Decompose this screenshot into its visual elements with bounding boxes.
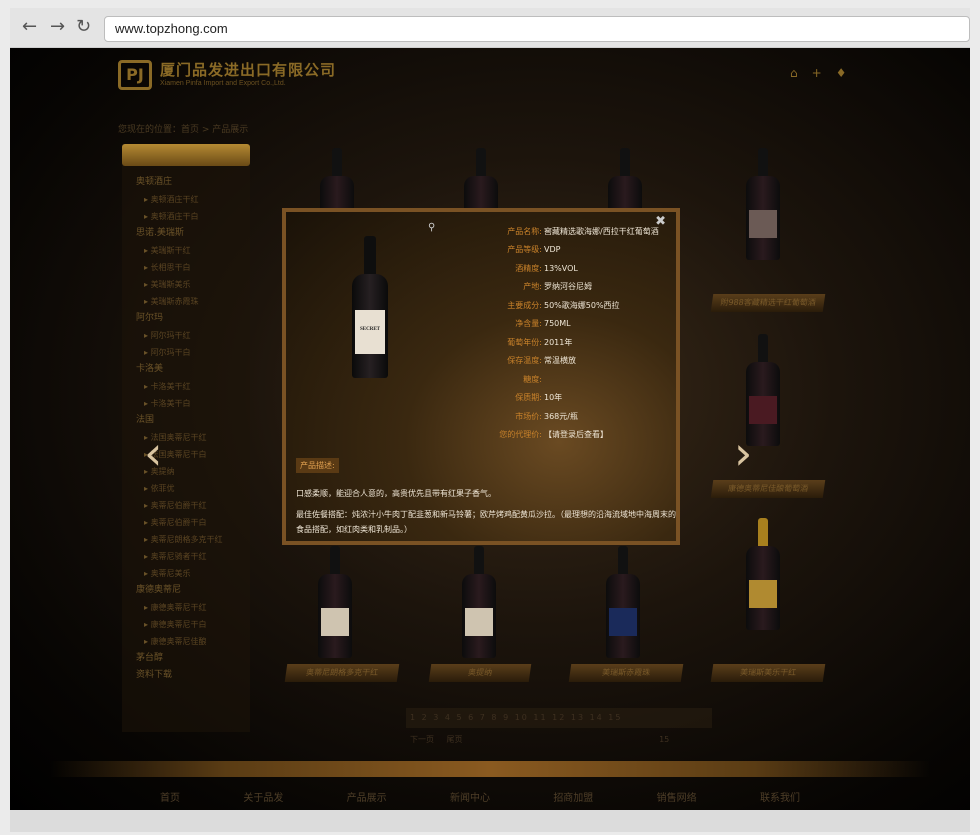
attribute-row: 产地: 罗纳河谷尼姆 (456, 278, 659, 297)
product-name[interactable]: 奥提纳 (428, 664, 532, 682)
attribute-key: 市场价: (515, 411, 542, 421)
product-attributes: 产品名称: 窖藏精选歌海娜/西拉干红葡萄酒 产品等级: VDP 酒精度: 13%VOL 产地… (456, 222, 659, 445)
page-total: 15 (659, 735, 670, 744)
attribute-row: 净含量: 750ML (456, 315, 659, 334)
product-name[interactable]: 奥蒂尼朗格多克干红 (284, 664, 400, 682)
attribute-value: 368元/瓶 (544, 411, 578, 421)
pairing-text: 最佳佐餐搭配：炖浓汁小牛肉丁配韭葱和新马铃薯；欧芹烤鸡配黄瓜沙拉。（最理想的沿海… (296, 510, 676, 534)
pagination[interactable]: 1 2 3 4 5 6 7 8 9 10 11 12 13 14 15 (406, 708, 712, 728)
attribute-row: 主要成分: 50%歌海娜50%西拉 (456, 296, 659, 315)
browser-status-bar (10, 810, 970, 832)
attribute-key: 产品等级: (507, 245, 542, 255)
arrow-left-icon[interactable]: ← (22, 18, 37, 36)
footer-link-contact[interactable]: 联系我们 (760, 789, 800, 804)
footer-link-about[interactable]: 关于品发 (243, 789, 283, 804)
product-name[interactable]: 美瑞斯赤霞珠 (568, 664, 684, 682)
next-arrow-icon[interactable]: › (734, 430, 752, 476)
attribute-row: 您的代理价: 【请登录后查看】 (456, 426, 659, 445)
product-image[interactable]: SECRET (352, 236, 388, 378)
attribute-value: 50%歌海娜50%西拉 (544, 300, 620, 310)
attribute-value: 2011年 (544, 337, 573, 347)
product-name[interactable]: 附988客藏精选干红葡萄酒 (710, 294, 826, 312)
footer-nav: 首页 关于品发 产品展示 新闻中心 招商加盟 销售网络 联系我们 (160, 789, 800, 804)
attribute-key: 葡萄年份: (507, 337, 542, 347)
bottle-label: SECRET (355, 310, 385, 354)
reload-icon[interactable]: ↻ (76, 18, 91, 36)
footer-link-products[interactable]: 产品展示 (347, 789, 387, 804)
attribute-value: 常温横放 (544, 356, 576, 366)
attribute-key: 您的代理价: (499, 430, 542, 440)
product-detail-modal: ✖ ⚲ SECRET 产品名称: 窖藏精选歌海娜/西拉干红葡萄酒 产品等级: VDP 酒… (282, 208, 680, 545)
footer-divider (50, 761, 930, 777)
arrow-right-icon[interactable]: → (50, 18, 65, 36)
attribute-key: 产地: (523, 282, 542, 292)
product-bottle[interactable] (746, 518, 780, 630)
footer-link-news[interactable]: 新闻中心 (450, 789, 490, 804)
next-page-link[interactable]: 下一页 (410, 735, 434, 744)
attribute-value: 窖藏精选歌海娜/西拉干红葡萄酒 (544, 226, 659, 236)
attribute-value: 罗纳河谷尼姆 (544, 282, 592, 292)
description-label: 产品描述: (296, 458, 339, 473)
footer-link-franchise[interactable]: 招商加盟 (553, 789, 593, 804)
attribute-key: 主要成分: (507, 300, 542, 310)
product-name[interactable]: 康德奥蒂尼佳酿葡萄酒 (710, 480, 826, 498)
attribute-row: 糖度: (456, 370, 659, 389)
attribute-value: 750ML (544, 319, 571, 329)
browser-toolbar: ← → ↻ www.topzhong.com (10, 8, 970, 48)
attribute-row: 葡萄年份: 2011年 (456, 333, 659, 352)
product-bottle[interactable] (462, 546, 496, 658)
attribute-key: 净含量: (515, 319, 542, 329)
magnifier-icon[interactable]: ⚲ (428, 222, 435, 233)
web-page: PJ 厦门品发进出口有限公司 Xiamen Pinfa Import and E… (10, 48, 970, 810)
attribute-key: 产品名称: (507, 226, 542, 236)
attribute-key: 酒精度: (515, 263, 542, 273)
product-name[interactable]: 美瑞斯美乐干红 (710, 664, 826, 682)
attribute-key: 保存温度: (507, 356, 542, 366)
footer-link-home[interactable]: 首页 (160, 789, 180, 804)
attribute-row: 产品等级: VDP (456, 241, 659, 260)
footer-link-network[interactable]: 销售网络 (657, 789, 697, 804)
prev-arrow-icon[interactable]: ‹ (144, 430, 162, 476)
attribute-value: 【请登录后查看】 (544, 430, 608, 440)
attribute-value: 10年 (544, 393, 563, 403)
last-page-link[interactable]: 尾页 (447, 735, 463, 744)
description-text: 口感柔顺，能迎合人意的，高贵优先且带有红果子香气。 (296, 489, 496, 498)
attribute-row: 产品名称: 窖藏精选歌海娜/西拉干红葡萄酒 (456, 222, 659, 241)
product-bottle[interactable] (606, 546, 640, 658)
attribute-key: 糖度: (523, 374, 542, 384)
attribute-key: 保质期: (515, 393, 542, 403)
attribute-value: VDP (544, 245, 561, 255)
attribute-row: 酒精度: 13%VOL (456, 259, 659, 278)
product-bottle[interactable] (746, 148, 780, 260)
address-bar[interactable]: www.topzhong.com (104, 16, 970, 42)
pagination-links: 下一页 尾页 15 (410, 734, 669, 745)
attribute-row: 市场价: 368元/瓶 (456, 407, 659, 426)
product-bottle[interactable] (318, 546, 352, 658)
attribute-row: 保质期: 10年 (456, 389, 659, 408)
attribute-row: 保存温度: 常温横放 (456, 352, 659, 371)
attribute-value: 13%VOL (544, 263, 578, 273)
